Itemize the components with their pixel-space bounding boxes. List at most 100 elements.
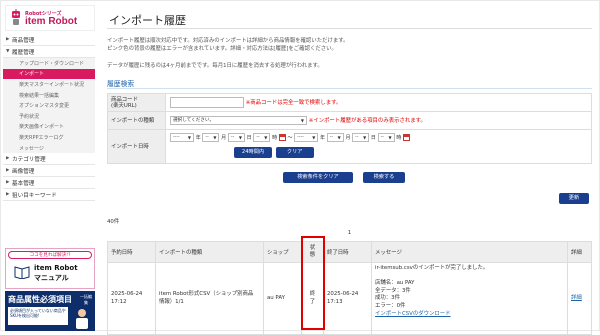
csv-download-link[interactable]: インポートCSVのダウンロード [375,311,451,317]
attribute-banner-title: 商品属性必須項目 [8,295,72,304]
sidebar-sub-upload-download[interactable]: アップロード・ダウンロード [3,58,95,69]
col-import-type: インポートの種類 [155,241,264,263]
refresh-button[interactable]: 更新 [559,193,589,204]
page-description-2: ピンク色の背景の履歴はエラーが含まれています。詳細・対応方法は[履歴]をご確認く… [107,46,337,52]
import-type-label: インポートの種類 [107,111,166,130]
month-label: 月 [345,135,351,141]
logo[interactable]: Robotシリーズ item Robot [5,5,95,31]
calendar-icon[interactable] [278,134,286,141]
range-separator: 〜 [287,135,293,141]
pagination: 1 [107,230,592,236]
import-type-select[interactable]: 選択してください。 ▼ [170,116,307,125]
from-day-select[interactable]: -- ▼ [227,133,245,142]
day-label: 日 [246,135,252,141]
from-month-select[interactable]: -- ▼ [202,133,220,142]
to-hour-select[interactable]: -- ▼ [377,133,395,142]
col-end-time: 終了日時 [323,241,372,263]
row-end-time: 2025-06-24 17:13 [323,262,372,335]
row-import-type: item Robot形式CSV（ショップ別商品 情報）1/1 [155,262,264,335]
sidebar-item-label: カテゴリ管理 [12,156,46,163]
sidebar-sub-option-master[interactable]: オプションマスタ変更 [3,100,95,111]
person-icon [76,309,88,329]
sidebar-item-label: 履歴管理 [12,49,35,56]
import-type-cell: 選択してください。 ▼ ※インポート履歴がある項目のみ表示されます。 [165,111,592,130]
sidebar-item-label: 画像管理 [12,168,35,175]
row-message: ir-itemsub.csvのインポートが完了しました。 店舗名：au PAY … [371,262,568,335]
from-year-select[interactable]: ---- ▼ [170,133,194,142]
sidebar-sub-rakuten-image[interactable]: 楽天画像インポート [3,121,95,133]
search-form: 商品コード (楽天URL) ※商品コードは完全一致で検索します。 インポートの種類… [107,93,592,164]
product-code-note: ※商品コードは完全一致で検索します。 [245,100,342,106]
within-24h-button[interactable]: 24時間内 [234,147,272,158]
hour-label: 時 [272,135,278,141]
manual-banner-subtitle: マニュアル [34,274,69,282]
sidebar-sub-message[interactable]: メッセージ [3,142,95,154]
row-reserve-time: 2025-06-24 17:12 [107,262,156,335]
sidebar-sub-reservation[interactable]: 予約状況 [3,110,95,122]
status-column-highlight [301,236,325,330]
sidebar: Robotシリーズ item Robot ▶ 商品管理 ▼ 履歴管理 アップロード・… [3,3,95,331]
sidebar-item-category[interactable]: ▶ カテゴリ管理 [3,153,95,166]
sidebar-sub-rakuten-master[interactable]: 楽天マスターインポート状況 [3,79,95,90]
attribute-banner[interactable]: 商品属性必須項目 一括編集 必須項目が入っていない商品やSKUを検出可能! [5,291,95,331]
date-range-row: ---- ▼ 年 -- ▼ 月 -- ▼ 日 -- ▼ 時 〜 ---- ▼ 年 -- ▼ … [170,133,591,146]
manual-banner-title: item Robot [34,264,78,272]
chevron-down-icon: ▼ [300,118,304,123]
calendar-icon[interactable] [403,134,411,141]
year-label: 年 [319,135,325,141]
search-button[interactable]: 検索する [363,172,405,183]
import-history-table: 予約日時 インポートの種類 ショップ 状態 終了日時 メッセージ 詳細 2025… [107,241,592,335]
col-shop: ショップ [263,241,302,263]
manual-banner-tag: ココを見れば解決!? [8,251,92,259]
import-type-note: ※インポート履歴がある項目のみ表示されます。 [308,118,426,124]
sidebar-sub-rpp-error[interactable]: 楽天RPPエラーログ [3,132,95,143]
sidebar-item-keyword[interactable]: ▶ 狙い目キーワード [3,189,95,202]
day-label: 日 [370,135,376,141]
page-number[interactable]: 1 [348,230,351,236]
sidebar-item-product[interactable]: ▶ 商品管理 [3,34,95,46]
table-header-row: 予約日時 インポートの種類 ショップ 状態 終了日時 メッセージ 詳細 [107,241,592,263]
sidebar-item-label: 基本管理 [12,180,35,187]
row-shop: au PAY [263,262,302,335]
main-content: インポート履歴 インポート履歴は順次対応中です。対応済みのインポートは詳細から商… [107,0,595,335]
robot-logo-icon [12,9,20,25]
attribute-banner-side: 一括編集 [80,294,92,305]
month-label: 月 [221,135,227,141]
search-section-title: 履歴検索 [107,80,135,88]
col-reserve-time: 予約日時 [107,241,156,263]
page-description-1: インポート履歴は順次対応中です。対応済みのインポートは詳細から商品情報を確認いた… [107,38,349,44]
import-date-label: インポート日時 [107,129,166,164]
title-divider [107,28,592,29]
col-message: メッセージ [371,241,568,263]
sidebar-item-label: 狙い目キーワード [12,192,57,199]
manual-banner[interactable]: ココを見れば解決!? item Robot マニュアル [5,248,95,289]
sidebar-menu: ▶ 商品管理 ▼ 履歴管理 アップロード・ダウンロード インポート 楽天マスターイン… [3,34,95,202]
to-month-select[interactable]: -- ▼ [326,133,344,142]
page-description-3: データが履歴に残るのは4ヶ月前までです。毎月1日に履歴を消去する処理が行われます… [107,63,323,69]
sidebar-item-label: 商品管理 [12,37,35,44]
year-label: 年 [195,135,201,141]
row-detail: 詳細 [567,262,592,335]
sidebar-item-image[interactable]: ▶ 画像管理 [3,165,95,178]
sidebar-item-history[interactable]: ▼ 履歴管理 [3,46,95,58]
to-day-select[interactable]: -- ▼ [352,133,370,142]
book-icon [14,266,30,279]
to-year-select[interactable]: ---- ▼ [294,133,319,142]
section-divider [107,88,592,89]
detail-link[interactable]: 詳細 [571,295,582,301]
sidebar-item-basic[interactable]: ▶ 基本管理 [3,177,95,190]
product-code-label: 商品コード (楽天URL) [107,93,166,112]
table-row: 2025-06-24 17:12 item Robot形式CSV（ショップ別商品情… [107,262,592,335]
from-hour-select[interactable]: -- ▼ [253,133,271,142]
page-title: インポート履歴 [109,15,186,27]
result-count: 40件 [107,219,120,225]
attribute-banner-text: 必須項目が入っていない商品やSKUを検出可能! [8,307,68,325]
clear-conditions-button[interactable]: 検索条件をクリア [283,172,353,183]
product-code-cell: ※商品コードは完全一致で検索します。 [165,93,592,112]
logo-product-name: item Robot [25,16,78,27]
product-code-input[interactable] [170,97,244,108]
hour-label: 時 [396,135,402,141]
sidebar-sub-import[interactable]: インポート [3,68,95,80]
clear-date-button[interactable]: クリア [275,147,314,158]
sidebar-sub-bulk-edit[interactable]: 検索結果一括編集 [3,89,95,101]
